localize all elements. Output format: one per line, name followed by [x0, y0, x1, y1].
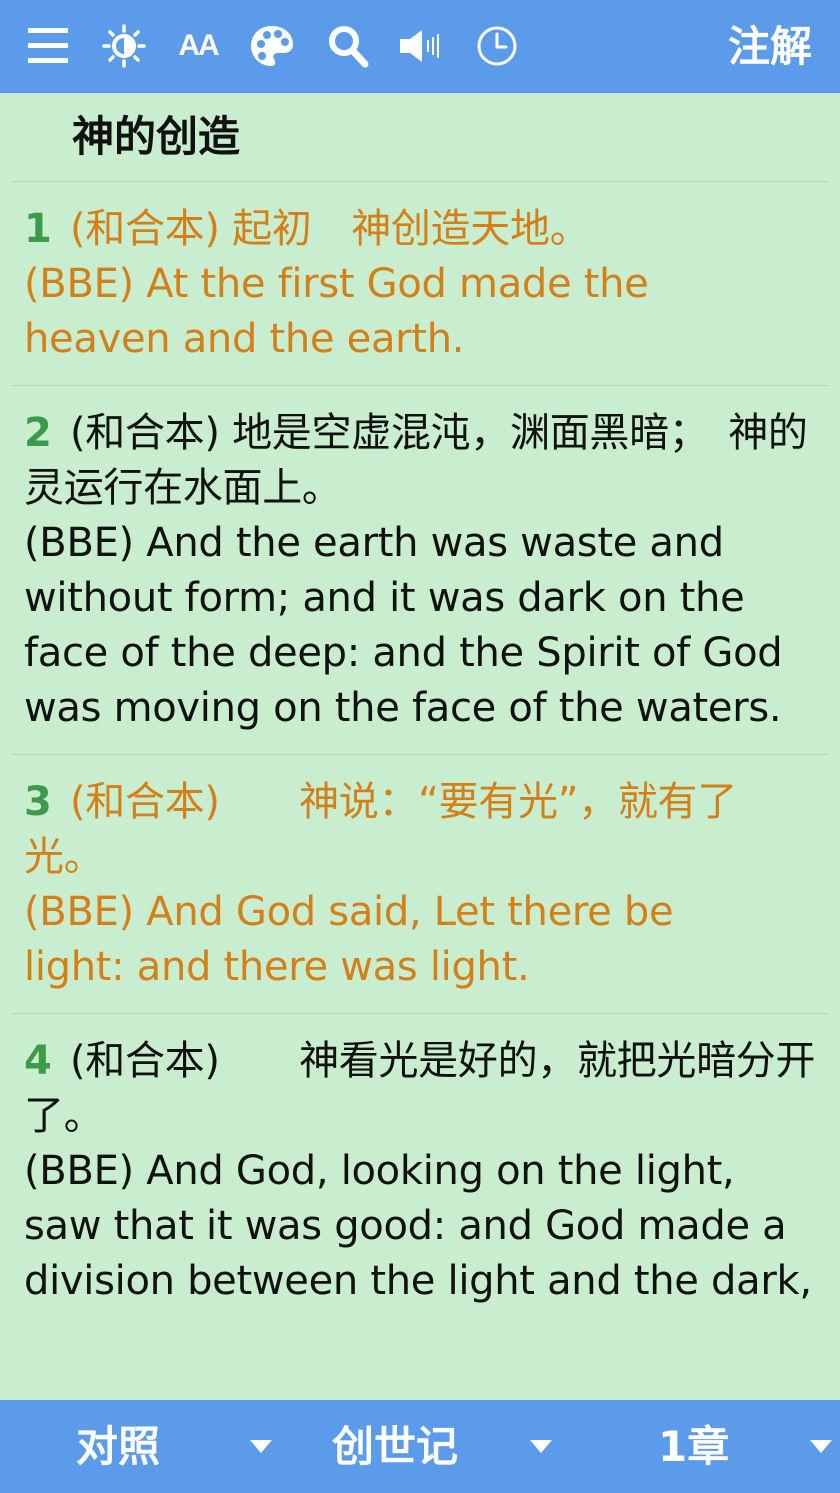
verse-cuv-text: (和合本) 起初 神创造天地。: [69, 206, 590, 252]
brightness-icon[interactable]: [100, 22, 148, 70]
notes-button[interactable]: 注解: [728, 18, 812, 76]
palette-icon[interactable]: [248, 22, 296, 70]
verse-cuv-text: (和合本) 地是空虚混沌，渊面黑暗； 神的灵运行在水面上。: [24, 410, 808, 511]
verse-1[interactable]: 1 (和合本) 起初 神创造天地。 (BBE) At the first God…: [0, 182, 840, 385]
verse-cuv-text: (和合本) 神说：“要有光”，就有了光。: [24, 779, 737, 880]
verse-number: 4: [24, 1038, 52, 1084]
verse-number: 3: [24, 779, 52, 825]
chapter-dropdown-icon[interactable]: [810, 1440, 832, 1453]
speaker-icon[interactable]: [398, 22, 446, 70]
compare-dropdown-icon[interactable]: [250, 1440, 272, 1453]
verse-4[interactable]: 4 (和合本) 神看光是好的，就把光暗分开了。 (BBE) And God, l…: [0, 1014, 840, 1327]
book-dropdown-icon[interactable]: [530, 1440, 552, 1453]
verse-bbe-text: (BBE) And God said, Let there be light: …: [24, 889, 674, 990]
verse-number: 2: [24, 410, 52, 456]
search-icon[interactable]: [324, 22, 372, 70]
top-toolbar: AA 注解: [0, 0, 840, 93]
bottom-navigation-bar: 对照 创世记 1章: [0, 1400, 840, 1493]
chapter-selector[interactable]: 1章: [658, 1400, 729, 1493]
bible-text-view[interactable]: 神的创造 1 (和合本) 起初 神创造天地。 (BBE) At the firs…: [0, 93, 840, 1400]
font-size-icon[interactable]: AA: [174, 22, 222, 70]
verse-number: 1: [24, 206, 52, 252]
verse-bbe-text: (BBE) At the first God made the heaven a…: [24, 261, 649, 362]
font-size-glyph: AA: [178, 29, 219, 62]
verse-bbe-text: (BBE) And God, looking on the light, saw…: [24, 1148, 812, 1304]
verse-2[interactable]: 2 (和合本) 地是空虚混沌，渊面黑暗； 神的灵运行在水面上。 (BBE) An…: [0, 386, 840, 754]
compare-selector[interactable]: 对照: [76, 1400, 160, 1493]
section-title: 神的创造: [72, 112, 241, 161]
verse-bbe-text: (BBE) And the earth was waste and withou…: [24, 520, 783, 731]
verse-3[interactable]: 3 (和合本) 神说：“要有光”，就有了光。 (BBE) And God sai…: [0, 755, 840, 1013]
book-selector[interactable]: 创世记: [332, 1400, 458, 1493]
clock-icon[interactable]: [473, 22, 521, 70]
menu-icon[interactable]: [24, 22, 72, 70]
verse-cuv-text: (和合本) 神看光是好的，就把光暗分开了。: [24, 1038, 816, 1139]
